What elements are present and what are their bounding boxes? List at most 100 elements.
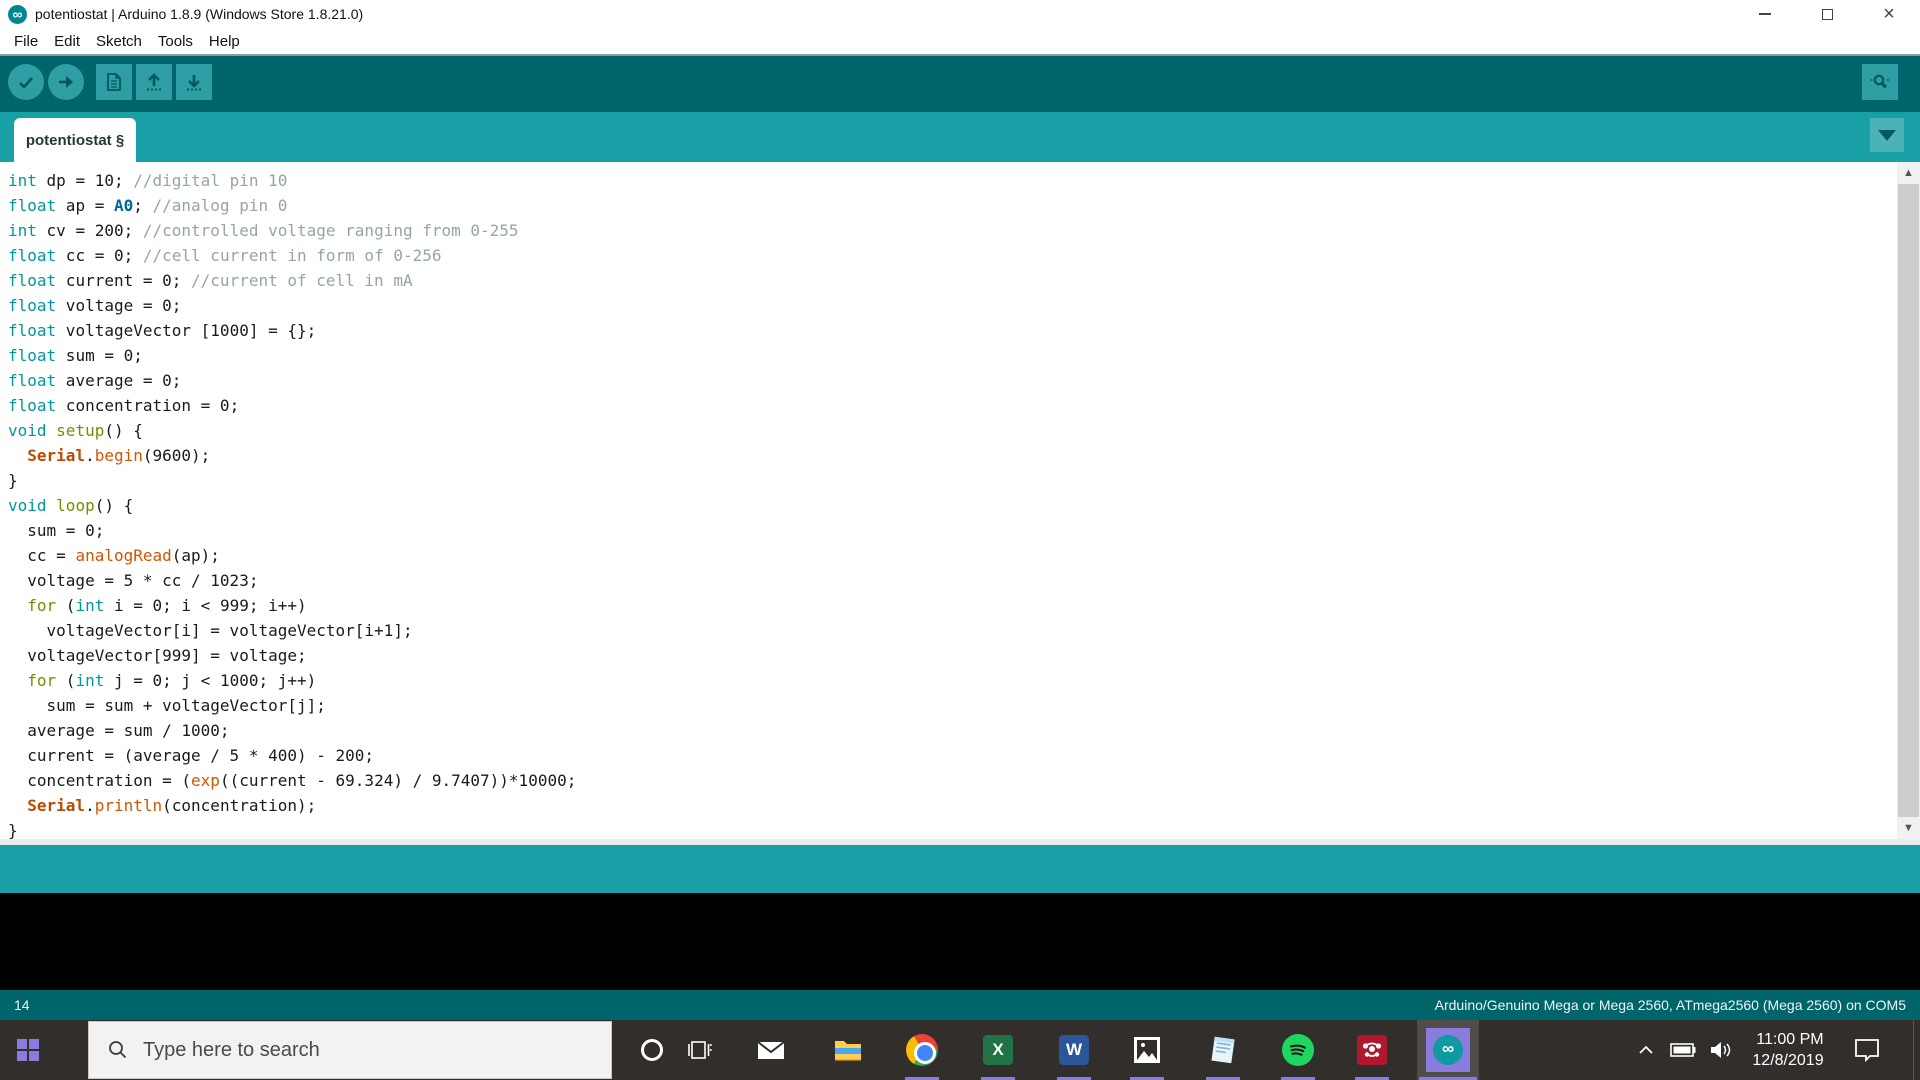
taskbar-app-chrome[interactable] bbox=[892, 1020, 952, 1080]
code-line: cc = analogRead(ap); bbox=[8, 546, 220, 565]
upload-button[interactable] bbox=[48, 64, 84, 100]
start-button[interactable] bbox=[0, 1020, 56, 1080]
code-line: concentration = (exp((current - 69.324) … bbox=[8, 771, 577, 790]
code-line: float voltageVector [1000] = {}; bbox=[8, 321, 317, 340]
arrow-right-icon bbox=[59, 76, 73, 88]
taskbar-app-excel[interactable]: X bbox=[968, 1020, 1028, 1080]
tray-time: 11:00 PM bbox=[1756, 1031, 1824, 1048]
cortana-button[interactable] bbox=[628, 1020, 676, 1080]
code-line: voltageVector[i] = voltageVector[i+1]; bbox=[8, 621, 413, 640]
taskbar-app-photos[interactable] bbox=[1117, 1020, 1177, 1080]
code-line: float concentration = 0; bbox=[8, 396, 240, 415]
check-icon bbox=[19, 77, 33, 89]
mendeley-icon bbox=[1357, 1035, 1387, 1065]
clock[interactable]: 11:00 PM 12/8/2019 bbox=[1742, 1020, 1834, 1080]
minimize-button[interactable] bbox=[1734, 0, 1796, 28]
vertical-scrollbar[interactable]: ▲ ▼ bbox=[1897, 162, 1920, 839]
notification-icon bbox=[1855, 1039, 1879, 1062]
maximize-icon bbox=[1821, 8, 1833, 20]
windows-taskbar: Type here to search X W ∞ 11:00 PM 12/8/… bbox=[0, 1020, 1920, 1080]
tray-overflow-button[interactable] bbox=[1628, 1020, 1664, 1080]
menu-edit[interactable]: Edit bbox=[46, 33, 88, 50]
taskbar-search-input[interactable]: Type here to search bbox=[88, 1021, 612, 1079]
code-line: void loop() { bbox=[8, 496, 134, 515]
code-line: for (int i = 0; i < 999; i++) bbox=[27, 596, 307, 615]
task-view-button[interactable] bbox=[678, 1020, 722, 1080]
close-button[interactable]: × bbox=[1858, 0, 1920, 28]
arrow-down-icon bbox=[187, 75, 201, 91]
console-output bbox=[0, 893, 1920, 990]
toolbar bbox=[0, 54, 1920, 112]
title-bar: ∞ potentiostat | Arduino 1.8.9 (Windows … bbox=[0, 0, 1920, 28]
code-line: float sum = 0; bbox=[8, 346, 143, 365]
mail-icon bbox=[757, 1041, 785, 1059]
close-icon: × bbox=[1883, 3, 1895, 25]
verify-button[interactable] bbox=[8, 64, 44, 100]
tab-bar: potentiostat § bbox=[0, 112, 1920, 162]
code-line: float voltage = 0; bbox=[8, 296, 182, 315]
status-line-number: 14 bbox=[14, 997, 30, 1013]
code-line: for (int j = 0; j < 1000; j++) bbox=[27, 671, 317, 690]
word-icon: W bbox=[1059, 1035, 1089, 1065]
spotify-icon bbox=[1282, 1034, 1314, 1066]
scrollbar-thumb[interactable] bbox=[1898, 184, 1919, 817]
document-icon bbox=[107, 73, 121, 91]
tab-list-button[interactable] bbox=[1870, 118, 1904, 152]
chevron-up-icon bbox=[1639, 1045, 1653, 1054]
taskbar-app-arduino[interactable]: ∞ bbox=[1417, 1020, 1479, 1080]
code-line: Serial.println(concentration); bbox=[27, 796, 317, 815]
menu-tools[interactable]: Tools bbox=[150, 33, 201, 50]
taskbar-app-mail[interactable] bbox=[741, 1020, 801, 1080]
code-line: float ap = A0; //analog pin 0 bbox=[8, 196, 288, 215]
new-sketch-button[interactable] bbox=[96, 64, 132, 100]
chevron-down-icon bbox=[1878, 129, 1896, 141]
code-line: } bbox=[8, 471, 18, 490]
arduino-app-icon: ∞ bbox=[8, 4, 27, 24]
battery-icon bbox=[1670, 1043, 1696, 1057]
window-title: potentiostat | Arduino 1.8.9 (Windows St… bbox=[35, 6, 364, 22]
taskbar-app-mendeley[interactable] bbox=[1342, 1020, 1402, 1080]
volume-control[interactable] bbox=[1702, 1020, 1740, 1080]
task-view-icon bbox=[688, 1041, 712, 1059]
code-line: average = sum / 1000; bbox=[8, 721, 230, 740]
windows-logo-icon bbox=[17, 1039, 39, 1061]
status-board-info: Arduino/Genuino Mega or Mega 2560, ATmeg… bbox=[1434, 997, 1906, 1013]
search-placeholder: Type here to search bbox=[143, 1038, 320, 1061]
code-line: float current = 0; //current of cell in … bbox=[8, 271, 413, 290]
code-line: } bbox=[8, 821, 18, 840]
search-icon bbox=[109, 1041, 127, 1059]
menu-help[interactable]: Help bbox=[201, 33, 248, 50]
notepad-icon bbox=[1211, 1036, 1235, 1064]
code-line: sum = 0; bbox=[8, 521, 105, 540]
menu-file[interactable]: File bbox=[6, 33, 46, 50]
open-sketch-button[interactable] bbox=[136, 64, 172, 100]
code-editor[interactable]: int dp = 10; //digital pin 10 float ap = … bbox=[0, 162, 1920, 845]
code-line: void setup() { bbox=[8, 421, 143, 440]
excel-icon: X bbox=[983, 1035, 1013, 1065]
battery-status[interactable] bbox=[1664, 1020, 1702, 1080]
serial-monitor-button[interactable] bbox=[1862, 64, 1898, 100]
action-center-button[interactable] bbox=[1844, 1020, 1890, 1080]
code-line: voltage = 5 * cc / 1023; bbox=[8, 571, 259, 590]
speaker-icon bbox=[1711, 1042, 1731, 1058]
code-line: float average = 0; bbox=[8, 371, 182, 390]
tab-potentiostat[interactable]: potentiostat § bbox=[14, 118, 136, 162]
maximize-button[interactable] bbox=[1796, 0, 1858, 28]
folder-icon bbox=[835, 1041, 861, 1061]
taskbar-app-file-explorer[interactable] bbox=[818, 1020, 878, 1080]
scroll-up-icon[interactable]: ▲ bbox=[1897, 162, 1920, 184]
code-line: current = (average / 5 * 400) - 200; bbox=[8, 746, 375, 765]
code-line: voltageVector[999] = voltage; bbox=[8, 646, 307, 665]
taskbar-app-spotify[interactable] bbox=[1268, 1020, 1328, 1080]
arrow-up-icon bbox=[147, 73, 161, 91]
save-sketch-button[interactable] bbox=[176, 64, 212, 100]
arduino-taskbar-icon: ∞ bbox=[1426, 1028, 1470, 1072]
code-line: Serial.begin(9600); bbox=[27, 446, 211, 465]
taskbar-app-word[interactable]: W bbox=[1044, 1020, 1104, 1080]
show-desktop-button[interactable] bbox=[1913, 1020, 1920, 1080]
chrome-icon bbox=[906, 1034, 938, 1066]
scroll-down-icon[interactable]: ▼ bbox=[1897, 817, 1920, 839]
code-text[interactable]: int dp = 10; //digital pin 10 float ap = … bbox=[8, 168, 1894, 843]
menu-sketch[interactable]: Sketch bbox=[88, 33, 150, 50]
taskbar-app-notepad[interactable] bbox=[1193, 1020, 1253, 1080]
